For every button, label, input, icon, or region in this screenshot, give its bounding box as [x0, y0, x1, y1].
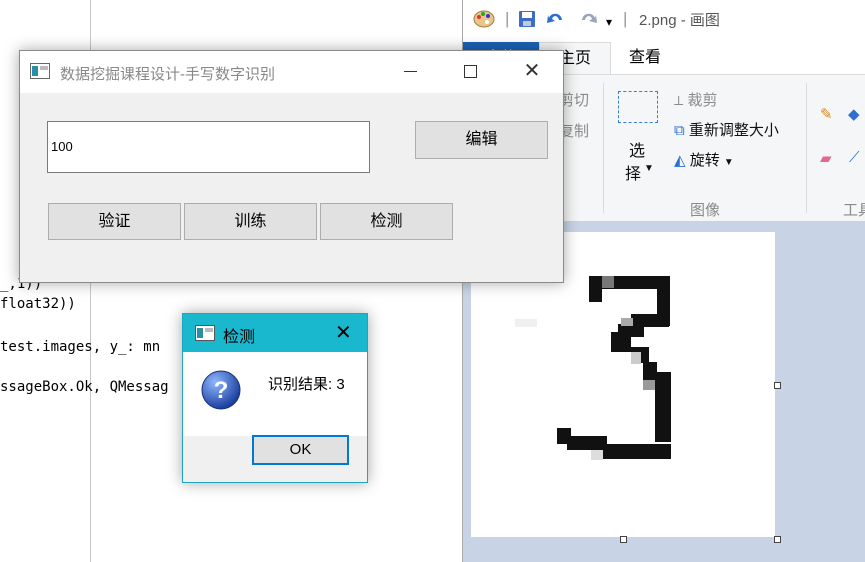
paint-window-title: 2.png - 画图 — [639, 12, 720, 29]
window-title: 数据挖掘课程设计-手写数字识别 — [60, 66, 275, 83]
palette-icon[interactable] — [473, 9, 495, 34]
app-icon — [30, 63, 50, 79]
main-window: 数据挖掘课程设计-手写数字识别 ✕ 100 编辑 验证 训练 检测 — [19, 50, 564, 283]
resize-label: 重新调整大小 — [688, 122, 779, 139]
select-dropdown-icon[interactable]: ▼ — [644, 163, 654, 174]
redo-icon[interactable] — [577, 9, 599, 34]
crop-label: 裁剪 — [687, 92, 718, 109]
close-icon[interactable]: ✕ — [335, 320, 352, 345]
resize-handle[interactable] — [620, 536, 627, 543]
color-picker-icon[interactable]: ⟋ — [849, 149, 860, 166]
question-icon: ? — [200, 369, 242, 414]
maximize-button[interactable] — [450, 57, 490, 87]
rotate-icon: ◭ — [674, 152, 686, 169]
minimize-icon — [403, 71, 417, 72]
edit-button[interactable]: 编辑 — [415, 121, 548, 159]
result-message-box: 检测 ✕ ? 识别结果: 3 OK — [182, 313, 368, 483]
tab-view[interactable]: 查看 — [629, 42, 661, 74]
svg-text:?: ? — [214, 377, 229, 404]
main-window-titlebar: 数据挖掘课程设计-手写数字识别 ✕ — [20, 51, 563, 93]
image-group-label: 图像 — [690, 202, 721, 219]
message-box-title: 检测 — [223, 329, 256, 346]
code-line: ssageBox.Ok, QMessag — [0, 379, 169, 395]
crop-button[interactable]: ⟂ 裁剪 — [674, 89, 718, 110]
paint-titlebar: | ▾ | 2.png - 画图 — [463, 0, 865, 38]
ribbon-separator — [806, 83, 807, 213]
undo-icon[interactable] — [545, 9, 567, 34]
ribbon-separator — [603, 83, 604, 213]
message-box-titlebar: 检测 ✕ — [183, 314, 367, 352]
separator: | — [623, 9, 628, 28]
resize-handle[interactable] — [774, 382, 781, 389]
customize-quick-access-icon[interactable]: ▾ — [606, 12, 612, 32]
code-line: test.images, y_: mn — [0, 339, 161, 355]
code-line: float32)) — [0, 296, 76, 312]
resize-handle[interactable] — [774, 536, 781, 543]
rotate-label: 旋转 — [689, 152, 720, 169]
app-icon — [195, 325, 215, 344]
select-label[interactable]: 择 — [625, 160, 641, 184]
maximize-icon — [463, 65, 477, 78]
pencil-icon[interactable]: ✎ — [820, 105, 833, 123]
crop-icon: ⟂ — [674, 92, 684, 108]
message-box-body: ? 识别结果: 3 — [183, 352, 367, 436]
close-button[interactable]: ✕ — [512, 57, 552, 87]
eraser-icon[interactable]: ▰ — [820, 149, 832, 167]
ok-button[interactable]: OK — [252, 435, 349, 465]
close-icon: ✕ — [523, 60, 541, 82]
number-input[interactable]: 100 — [47, 121, 370, 173]
tools-group-label: 工具 — [843, 202, 865, 219]
select-icon[interactable] — [618, 91, 658, 123]
rotate-dropdown-icon: ▼ — [723, 157, 734, 168]
fill-icon[interactable]: ◆ — [848, 105, 860, 123]
select-label[interactable]: 选 — [629, 137, 645, 161]
detect-button[interactable]: 检测 — [320, 203, 453, 240]
message-text: 识别结果: 3 — [268, 376, 345, 393]
separator: | — [505, 9, 510, 28]
minimize-button[interactable] — [390, 57, 430, 87]
resize-button[interactable]: ⧉ 重新调整大小 — [674, 119, 779, 140]
verify-button[interactable]: 验证 — [48, 203, 181, 240]
resize-icon: ⧉ — [674, 122, 685, 139]
train-button[interactable]: 训练 — [184, 203, 317, 240]
rotate-button[interactable]: ◭ 旋转 ▼ — [674, 149, 734, 170]
save-icon[interactable] — [517, 9, 537, 34]
